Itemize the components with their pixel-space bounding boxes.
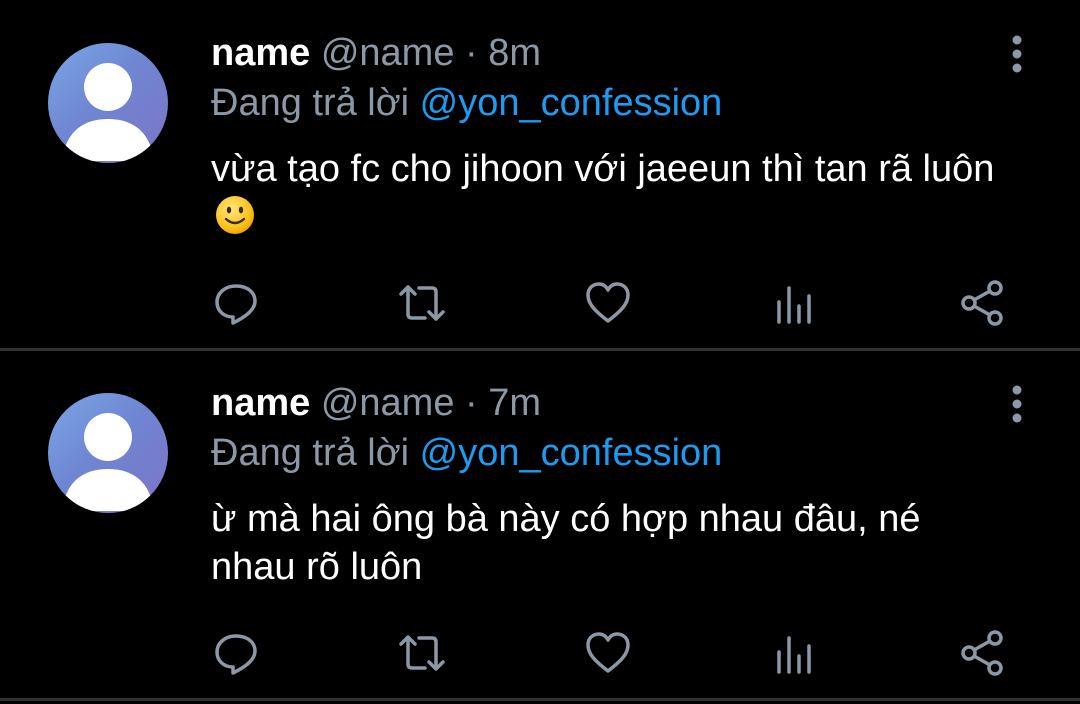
timestamp[interactable]: 7m <box>488 382 541 424</box>
author-handle[interactable]: @name <box>321 32 455 74</box>
reply-button[interactable] <box>211 278 261 328</box>
tweet-divider <box>0 698 1080 701</box>
share-icon <box>961 280 1003 326</box>
more-vertical-icon[interactable] <box>1002 382 1032 426</box>
views-icon <box>777 286 811 324</box>
mention-link[interactable]: @yon_confession <box>420 82 723 124</box>
like-button[interactable] <box>583 278 633 328</box>
default-avatar-icon <box>62 413 154 511</box>
retweet-button[interactable] <box>397 278 447 328</box>
tweet-header: name @name · 8m <box>211 30 541 76</box>
share-button[interactable] <box>959 628 1009 678</box>
reply-icon <box>215 634 257 675</box>
like-button[interactable] <box>583 628 633 678</box>
author-name[interactable]: name <box>211 382 310 424</box>
tweet[interactable]: name @name · 8m Đang trả lời @yon_confes… <box>0 0 1080 350</box>
share-button[interactable] <box>959 278 1009 328</box>
default-avatar-icon <box>62 63 154 161</box>
slightly-smiling-face-icon <box>216 196 254 234</box>
tweet-header: name @name · 7m <box>211 380 541 426</box>
share-icon <box>961 630 1003 676</box>
tweet-text-content: vừa tạo fc cho jihoon với jaeeun thì tan… <box>211 148 995 190</box>
timestamp[interactable]: 8m <box>488 32 541 74</box>
retweet-icon <box>399 635 445 671</box>
mention-link[interactable]: @yon_confession <box>420 432 723 474</box>
action-bar <box>211 278 1021 328</box>
views-icon <box>777 636 811 674</box>
action-bar <box>211 628 1021 678</box>
more-vertical-icon[interactable] <box>1002 32 1032 76</box>
tweet-text: vừa tạo fc cho jihoon với jaeeun thì tan… <box>211 145 1011 241</box>
retweet-icon <box>399 285 445 321</box>
heart-icon <box>586 632 630 673</box>
separator-dot: · <box>465 32 478 74</box>
separator-dot: · <box>465 382 478 424</box>
views-button[interactable] <box>771 628 821 678</box>
replying-to: Đang trả lời @yon_confession <box>211 430 722 476</box>
reply-icon <box>215 284 257 325</box>
views-button[interactable] <box>771 278 821 328</box>
heart-icon <box>586 282 630 323</box>
author-name[interactable]: name <box>211 32 310 74</box>
tweet-text-content: ừ mà hai ông bà này có hợp nhau đâu, né … <box>211 498 921 588</box>
tweet[interactable]: name @name · 7m Đang trả lời @yon_confes… <box>0 350 1080 700</box>
retweet-button[interactable] <box>397 628 447 678</box>
replying-to-label: Đang trả lời <box>211 432 410 474</box>
author-handle[interactable]: @name <box>321 382 455 424</box>
avatar[interactable] <box>48 393 168 513</box>
reply-button[interactable] <box>211 628 261 678</box>
replying-to: Đang trả lời @yon_confession <box>211 80 722 126</box>
avatar[interactable] <box>48 43 168 163</box>
tweet-text: ừ mà hai ông bà này có hợp nhau đâu, né … <box>211 495 1011 591</box>
replying-to-label: Đang trả lời <box>211 82 410 124</box>
